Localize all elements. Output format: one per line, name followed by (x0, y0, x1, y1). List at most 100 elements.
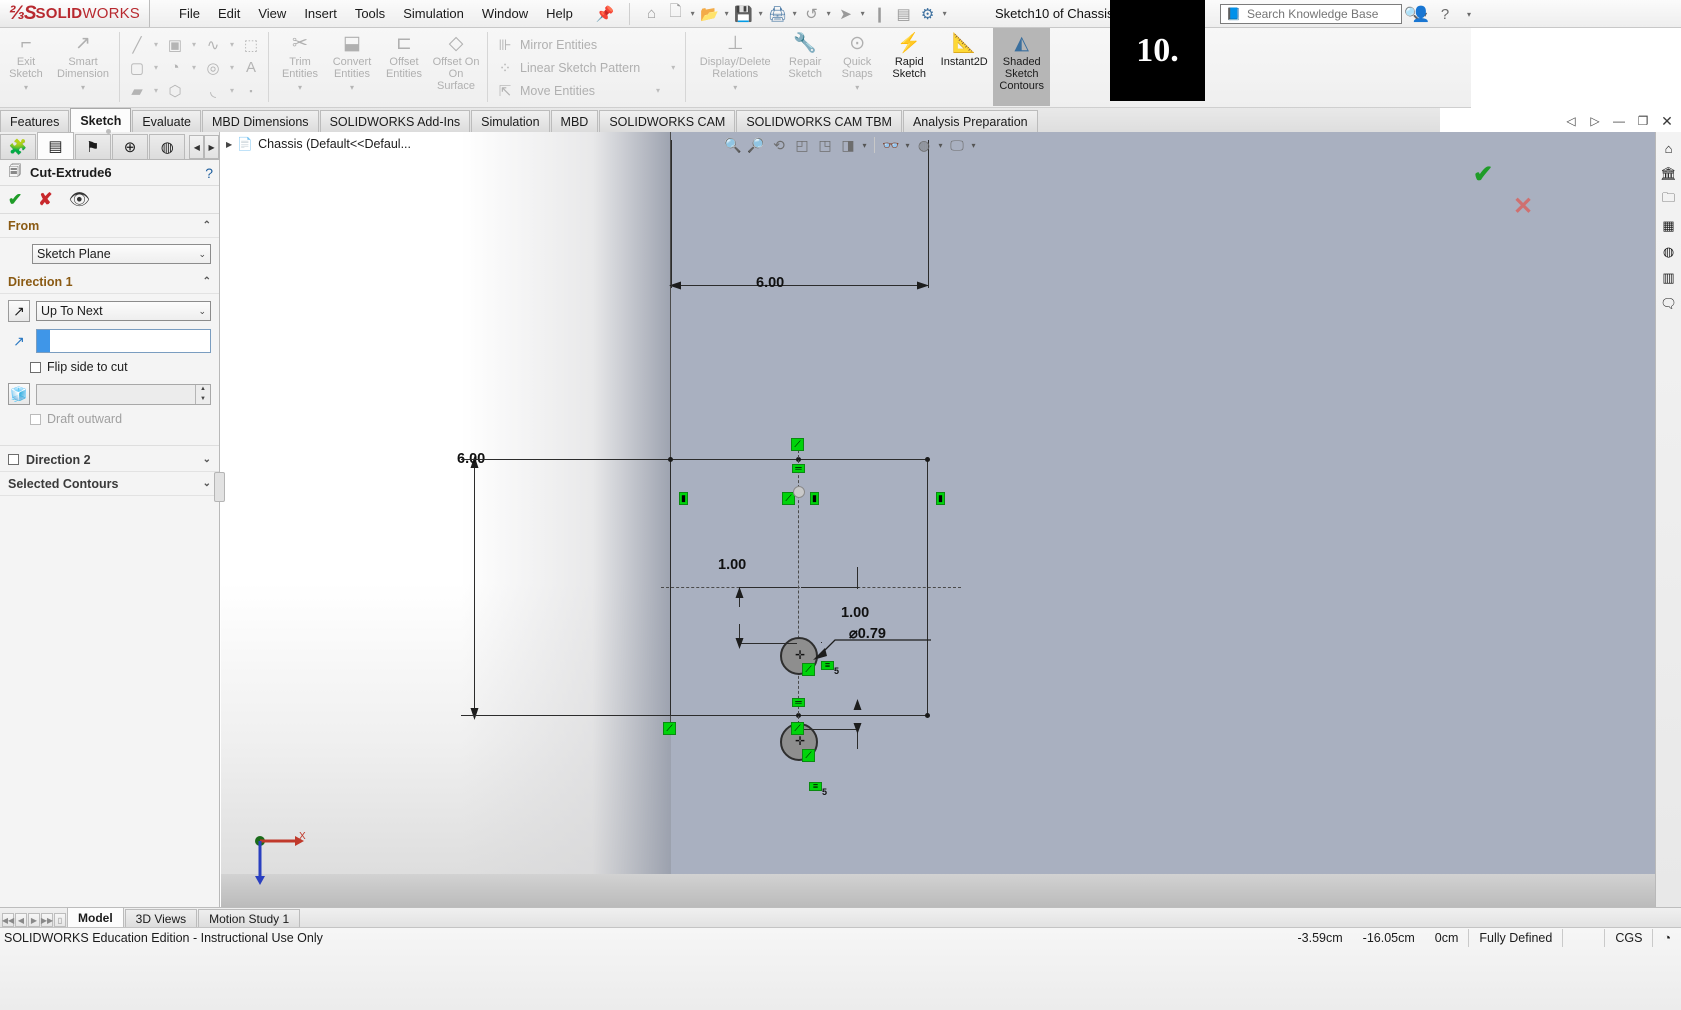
menu-file[interactable]: File (170, 2, 209, 25)
new-document-icon[interactable]: 🗋 (664, 3, 688, 25)
tab-analysis-preparation[interactable]: Analysis Preparation (902, 110, 1038, 132)
convert-entities-caret-icon[interactable]: ▾ (350, 82, 354, 94)
display-style-icon[interactable]: ◨ (837, 134, 859, 156)
panel-splitter-handle[interactable] (214, 472, 225, 502)
face-plane-selection-field[interactable] (36, 329, 211, 353)
trim-entities-caret-icon[interactable]: ▾ (298, 82, 302, 94)
display-style-caret-icon[interactable]: ▾ (860, 141, 869, 150)
rapid-sketch-button[interactable]: ⚡ Rapid Sketch (883, 28, 935, 106)
smart-dimension-button[interactable]: ↗ Smart Dimension ▾ (52, 28, 114, 106)
draft-angle-input[interactable]: ▲ ▼ (36, 383, 211, 405)
section-view-icon[interactable]: ◰ (791, 134, 813, 156)
sketch-vertex-top-right[interactable] (925, 457, 930, 462)
move-entities-button[interactable]: ⇱ Move Entities ▾ (493, 79, 680, 102)
move-entities-caret-icon[interactable]: ▾ (651, 86, 665, 95)
new-document-caret-icon[interactable]: ▾ (688, 9, 698, 18)
dim-width-text[interactable]: 6.00 (756, 275, 784, 291)
zoom-to-area-icon[interactable]: 🔎 (745, 134, 767, 156)
search-input[interactable] (1244, 6, 1404, 22)
tab-sketch[interactable]: Sketch (70, 108, 132, 132)
draft-on-off-icon[interactable]: 🧊 (8, 383, 30, 405)
rectangle-caret-icon[interactable]: ▾ (187, 40, 201, 49)
offset-entities-button[interactable]: ⊏ Offset Entities (378, 28, 430, 106)
spline-icon[interactable]: ∿ (201, 35, 225, 55)
circle-caret-icon[interactable]: ▾ (225, 63, 239, 72)
tab-features[interactable]: Features (0, 110, 70, 132)
tab-nav-last-button[interactable]: ▶▶ (41, 913, 53, 927)
help-question-icon[interactable]: ? (1434, 3, 1456, 25)
file-explorer-icon[interactable]: 🗀 (1659, 190, 1679, 210)
tab-nav-first-button[interactable]: ◀◀ (2, 913, 14, 927)
relation-badge-bottom-hole-sym[interactable]: ⟋ (802, 749, 815, 762)
display-manager-tab[interactable]: ◍ (149, 134, 186, 159)
start-condition-chevron-down-icon[interactable]: ⌄ (198, 249, 206, 260)
settings-caret-icon[interactable]: ▾ (940, 9, 950, 18)
tab-solidworks-cam-tbm[interactable]: SOLIDWORKS CAM TBM (736, 110, 902, 132)
relation-badge-horizontal-bottom[interactable]: ═ (792, 698, 805, 707)
pin-icon[interactable]: 📌 (596, 5, 615, 23)
appearances-icon[interactable]: ◍ (913, 134, 935, 156)
section-direction-2-chevron-down-icon[interactable]: ⌄ (203, 454, 211, 465)
instant2d-button[interactable]: 📐 Instant2D (935, 28, 993, 106)
center-rectangle-caret-icon[interactable]: ▾ (149, 63, 163, 72)
rectangle-corner-icon[interactable]: ▣ (163, 35, 187, 55)
section-from-chevron-icon[interactable]: ⌃ (203, 220, 211, 231)
center-rectangle-icon[interactable]: ▢ (125, 58, 149, 78)
relation-badge-parallel-mid[interactable]: ▮ (810, 492, 819, 505)
bottom-tab-3d-views[interactable]: 3D Views (124, 909, 198, 927)
reverse-direction-icon[interactable]: ↗ (8, 300, 30, 322)
fillet-icon[interactable]: ◟ (201, 81, 225, 101)
print-caret-icon[interactable]: ▾ (790, 9, 800, 18)
section-direction-1-chevron-icon[interactable]: ⌃ (203, 276, 211, 287)
bottom-tab-motion-study[interactable]: Motion Study 1 (198, 909, 301, 927)
exit-sketch-button[interactable]: ⌐ Exit Sketch ▾ (0, 28, 52, 106)
tab-solidworks-cam[interactable]: SOLIDWORKS CAM (599, 110, 736, 132)
mirror-entities-button[interactable]: ⊪ Mirror Entities (493, 33, 680, 56)
panel-collapse-dot[interactable] (106, 129, 111, 134)
quick-snaps-caret-icon[interactable]: ▾ (855, 82, 859, 94)
help-circle-icon[interactable]: ? (205, 165, 213, 181)
offset-on-surface-button[interactable]: ◇ Offset On On Surface (430, 28, 482, 106)
graphics-area[interactable]: ✔ ✕ 6.00 6.00 ✛ ⌀0.79 1.00 ✛ 1.00 ⟋ ═ ⟋ … (221, 132, 1681, 910)
relation-badge-equal-bottom[interactable]: ≡ (809, 782, 822, 791)
menu-insert[interactable]: Insert (295, 2, 346, 25)
sketch-vertex-bottom-right[interactable] (925, 713, 930, 718)
spline-caret-icon[interactable]: ▾ (225, 40, 239, 49)
slot-caret-icon[interactable]: ▾ (149, 86, 163, 95)
appearances-caret-icon[interactable]: ▾ (936, 141, 945, 150)
relation-badge-top-construction[interactable]: ⟋ (791, 438, 804, 451)
feature-manager-tab[interactable]: 🧩 (0, 134, 37, 159)
tab-mbd[interactable]: MBD (550, 110, 599, 132)
detailed-preview-eye-button[interactable]: 👁 (69, 191, 91, 208)
shaded-sketch-contours-button[interactable]: ◭ Shaded Sketch Contours (993, 28, 1051, 106)
bottom-tab-model[interactable]: Model (67, 907, 124, 927)
fillet-caret-icon[interactable]: ▾ (225, 86, 239, 95)
direction-2-enable-checkbox[interactable] (8, 454, 19, 465)
line-tool-icon[interactable]: ╱ (125, 35, 149, 55)
hole-bottom-center-point[interactable]: ✛ (795, 734, 805, 748)
smart-dimension-caret-icon[interactable]: ▾ (81, 82, 85, 94)
tab-evaluate[interactable]: Evaluate (132, 110, 201, 132)
pin-right-icon[interactable]: ▷ (1585, 112, 1605, 130)
section-header-direction-1[interactable]: Direction 1 ⌃ (0, 270, 219, 294)
hide-show-items-icon[interactable]: 👓 (880, 134, 902, 156)
tab-nav-prev-button[interactable]: ◀ (15, 913, 27, 927)
start-condition-select[interactable]: Sketch Plane ⌄ (32, 244, 211, 264)
relation-badge-equal-top[interactable]: ≡ (821, 661, 834, 670)
section-header-direction-2[interactable]: Direction 2 ⌄ (0, 448, 219, 472)
relation-badge-bottom-left-corner[interactable]: ⟋ (663, 722, 676, 735)
relation-badge-parallel-right[interactable]: ▮ (936, 492, 945, 505)
apply-scene-icon[interactable]: 🖵 (946, 134, 968, 156)
dim-diameter-text[interactable]: ⌀0.79 (849, 626, 886, 642)
polygon-icon[interactable]: ⬡ (163, 81, 187, 101)
help-dropdown-caret-icon[interactable]: ▾ (1458, 3, 1480, 25)
arc-caret-icon[interactable]: ▾ (187, 63, 201, 72)
tree-expand-arrow-icon[interactable]: ▶ (226, 140, 232, 149)
display-delete-relations-caret-icon[interactable]: ▾ (733, 82, 737, 94)
flyout-feature-tree[interactable]: ▶ 📄 Chassis (Default<<Defaul... (221, 133, 671, 155)
search-knowledge-base[interactable]: 📘 🔍 ▾ (1220, 4, 1427, 24)
section-header-selected-contours[interactable]: Selected Contours ⌄ (0, 472, 219, 496)
point-icon[interactable]: ▪ (239, 81, 263, 101)
panel-scroll-right-button[interactable]: ▶ (204, 135, 219, 159)
home-icon[interactable]: ⌂ (640, 3, 664, 25)
